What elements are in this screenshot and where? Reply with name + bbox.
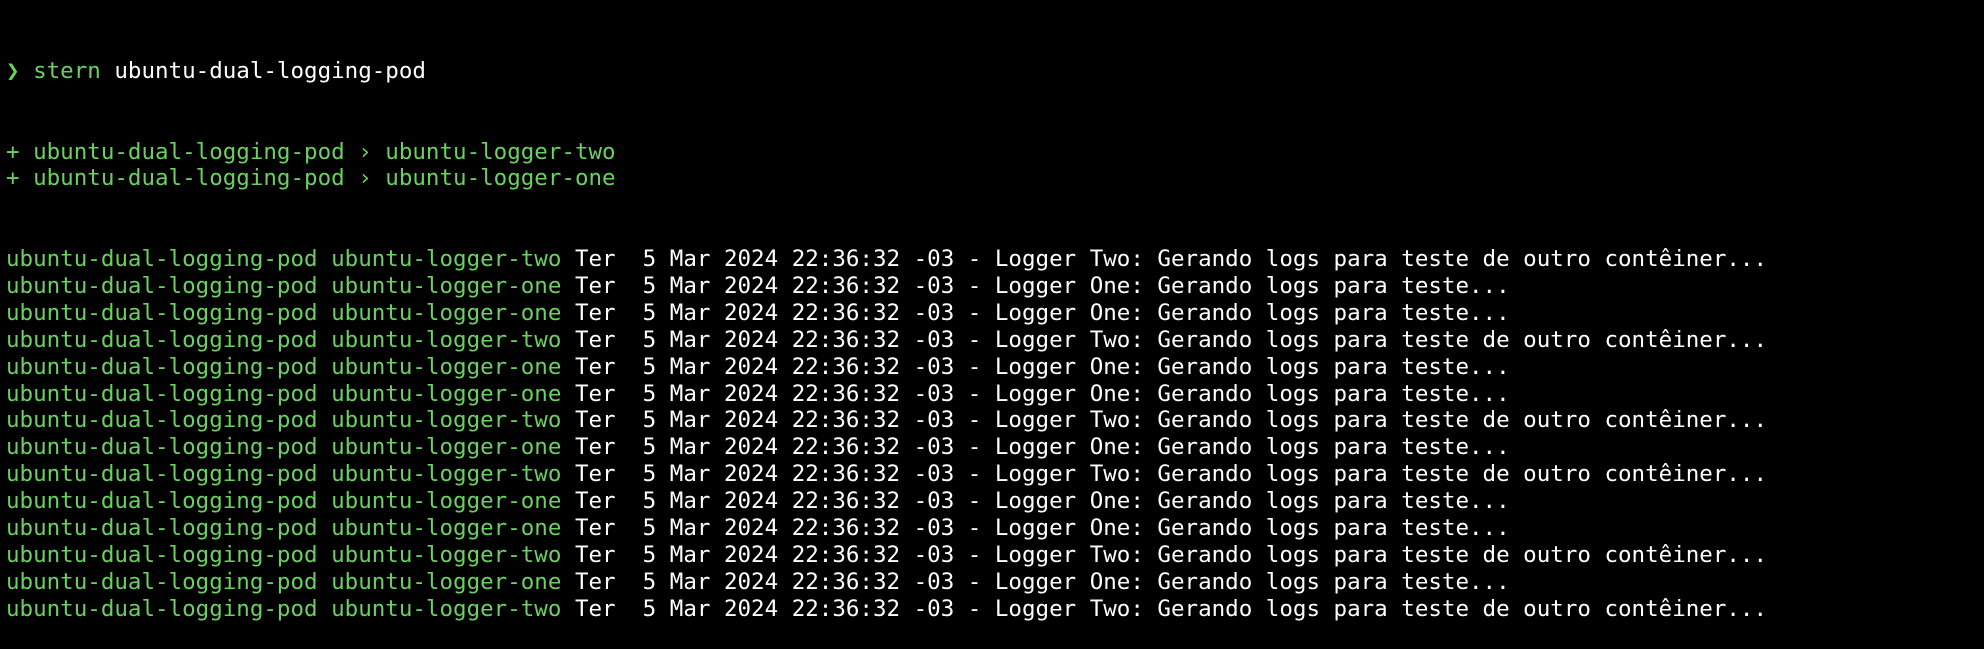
log-pod-name: ubuntu-dual-logging-pod bbox=[6, 273, 318, 299]
log-pod-name: ubuntu-dual-logging-pod bbox=[6, 299, 318, 326]
container-name: ubuntu-logger-one bbox=[385, 165, 616, 192]
log-message: Ter 5 Mar 2024 22:36:32 -03 - Logger One… bbox=[574, 353, 1510, 380]
log-pod-name: ubuntu-dual-logging-pod bbox=[6, 568, 318, 595]
log-pod-name: ubuntu-dual-logging-pod bbox=[6, 380, 318, 407]
command-argument: ubuntu-dual-logging-pod bbox=[114, 57, 426, 84]
added-containers: + ubuntu-dual-logging-pod › ubuntu-logge… bbox=[6, 139, 1984, 193]
log-container-name: ubuntu-logger-one bbox=[331, 380, 562, 407]
separator-icon: › bbox=[358, 138, 372, 165]
separator-icon: › bbox=[358, 165, 372, 192]
prompt-chevron-icon: ❯ bbox=[6, 57, 20, 84]
log-container-name: ubuntu-logger-two bbox=[331, 461, 562, 488]
pod-name: ubuntu-dual-logging-pod bbox=[33, 138, 345, 165]
added-container-line: + ubuntu-dual-logging-pod › ubuntu-logge… bbox=[6, 139, 1984, 166]
log-message: Ter 5 Mar 2024 22:36:32 -03 - Logger Two… bbox=[574, 461, 1768, 488]
log-message: Ter 5 Mar 2024 22:36:32 -03 - Logger One… bbox=[574, 488, 1510, 515]
log-line: ubuntu-dual-logging-pod ubuntu-logger-on… bbox=[6, 488, 1984, 515]
log-container-name: ubuntu-logger-one bbox=[331, 434, 562, 461]
log-line: ubuntu-dual-logging-pod ubuntu-logger-on… bbox=[6, 381, 1984, 408]
log-pod-name: ubuntu-dual-logging-pod bbox=[6, 326, 318, 353]
log-message: Ter 5 Mar 2024 22:36:32 -03 - Logger One… bbox=[574, 568, 1510, 595]
log-message: Ter 5 Mar 2024 22:36:32 -03 - Logger One… bbox=[574, 380, 1510, 407]
log-line: ubuntu-dual-logging-pod ubuntu-logger-on… bbox=[6, 515, 1984, 542]
log-container-name: ubuntu-logger-one bbox=[331, 568, 562, 595]
log-container-name: ubuntu-logger-two bbox=[331, 595, 562, 622]
log-container-name: ubuntu-logger-two bbox=[331, 407, 562, 434]
container-name: ubuntu-logger-two bbox=[385, 138, 616, 165]
log-line: ubuntu-dual-logging-pod ubuntu-logger-tw… bbox=[6, 327, 1984, 354]
command-name: stern bbox=[33, 57, 101, 84]
log-message: Ter 5 Mar 2024 22:36:32 -03 - Logger Two… bbox=[574, 326, 1768, 353]
log-line: ubuntu-dual-logging-pod ubuntu-logger-on… bbox=[6, 273, 1984, 300]
log-line: ubuntu-dual-logging-pod ubuntu-logger-tw… bbox=[6, 461, 1984, 488]
log-line: ubuntu-dual-logging-pod ubuntu-logger-tw… bbox=[6, 542, 1984, 569]
added-container-line: + ubuntu-dual-logging-pod › ubuntu-logge… bbox=[6, 165, 1984, 192]
log-container-name: ubuntu-logger-two bbox=[331, 246, 562, 273]
log-line: ubuntu-dual-logging-pod ubuntu-logger-tw… bbox=[6, 596, 1984, 623]
log-message: Ter 5 Mar 2024 22:36:32 -03 - Logger Two… bbox=[574, 541, 1768, 568]
log-message: Ter 5 Mar 2024 22:36:32 -03 - Logger One… bbox=[574, 299, 1510, 326]
log-pod-name: ubuntu-dual-logging-pod bbox=[6, 434, 318, 461]
log-message: Ter 5 Mar 2024 22:36:32 -03 - Logger Two… bbox=[574, 246, 1768, 273]
log-line: ubuntu-dual-logging-pod ubuntu-logger-on… bbox=[6, 300, 1984, 327]
added-marker-icon: + bbox=[6, 138, 20, 165]
log-line: ubuntu-dual-logging-pod ubuntu-logger-on… bbox=[6, 569, 1984, 596]
log-pod-name: ubuntu-dual-logging-pod bbox=[6, 515, 318, 542]
log-line: ubuntu-dual-logging-pod ubuntu-logger-on… bbox=[6, 434, 1984, 461]
log-container-name: ubuntu-logger-two bbox=[331, 541, 562, 568]
log-message: Ter 5 Mar 2024 22:36:32 -03 - Logger Two… bbox=[574, 595, 1768, 622]
log-container-name: ubuntu-logger-one bbox=[331, 299, 562, 326]
log-pod-name: ubuntu-dual-logging-pod bbox=[6, 461, 318, 488]
terminal-window[interactable]: ❯ stern ubuntu-dual-logging-pod + ubuntu… bbox=[0, 0, 1984, 622]
added-marker-icon: + bbox=[6, 165, 20, 192]
log-pod-name: ubuntu-dual-logging-pod bbox=[6, 488, 318, 515]
log-container-name: ubuntu-logger-one bbox=[331, 515, 562, 542]
log-message: Ter 5 Mar 2024 22:36:32 -03 - Logger One… bbox=[574, 515, 1510, 542]
log-container-name: ubuntu-logger-one bbox=[331, 273, 562, 299]
log-pod-name: ubuntu-dual-logging-pod bbox=[6, 246, 318, 273]
log-output: ubuntu-dual-logging-pod ubuntu-logger-tw… bbox=[6, 246, 1984, 622]
log-container-name: ubuntu-logger-one bbox=[331, 488, 562, 515]
log-message: Ter 5 Mar 2024 22:36:32 -03 - Logger Two… bbox=[574, 407, 1768, 434]
log-pod-name: ubuntu-dual-logging-pod bbox=[6, 541, 318, 568]
log-container-name: ubuntu-logger-two bbox=[331, 326, 562, 353]
log-container-name: ubuntu-logger-one bbox=[331, 353, 562, 380]
log-message: Ter 5 Mar 2024 22:36:32 -03 - Logger One… bbox=[574, 273, 1510, 299]
log-line: ubuntu-dual-logging-pod ubuntu-logger-tw… bbox=[6, 246, 1984, 273]
log-pod-name: ubuntu-dual-logging-pod bbox=[6, 407, 318, 434]
prompt-line: ❯ stern ubuntu-dual-logging-pod bbox=[6, 58, 1984, 85]
log-line: ubuntu-dual-logging-pod ubuntu-logger-on… bbox=[6, 354, 1984, 381]
log-message: Ter 5 Mar 2024 22:36:32 -03 - Logger One… bbox=[574, 434, 1510, 461]
log-line: ubuntu-dual-logging-pod ubuntu-logger-tw… bbox=[6, 407, 1984, 434]
log-pod-name: ubuntu-dual-logging-pod bbox=[6, 353, 318, 380]
pod-name: ubuntu-dual-logging-pod bbox=[33, 165, 345, 192]
log-pod-name: ubuntu-dual-logging-pod bbox=[6, 595, 318, 622]
